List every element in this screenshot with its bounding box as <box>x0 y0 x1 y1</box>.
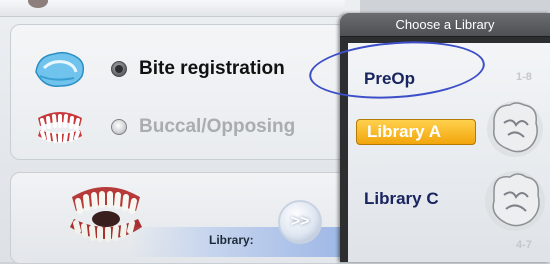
buccal-opposing-radio[interactable] <box>111 119 127 135</box>
side-number-bottom: 4-7 <box>516 239 532 251</box>
library-item-library-a[interactable]: Library A <box>356 119 476 145</box>
bite-registration-label: Bite registration <box>139 58 285 79</box>
buccal-opposing-option[interactable]: Buccal/Opposing <box>29 103 295 151</box>
top-strip <box>0 0 345 17</box>
scan-type-card: Bite registration Buccal/Opposing <box>10 24 347 160</box>
bite-registration-radio[interactable] <box>111 61 127 77</box>
top-knob-icon <box>28 0 48 8</box>
side-number-top: 1-8 <box>516 71 532 83</box>
molar-tooth-icon <box>484 169 546 238</box>
library-label: Library: <box>209 233 254 247</box>
scan-options-panel: Bite registration Buccal/Opposing Librar… <box>0 0 360 264</box>
bite-registration-option[interactable]: Bite registration <box>29 45 285 93</box>
library-item-library-c[interactable]: Library C <box>364 189 439 209</box>
popup-title: Choose a Library <box>340 13 550 37</box>
buccal-opposing-icon <box>29 104 91 150</box>
bite-registration-icon <box>29 46 91 92</box>
molar-tooth-icon <box>486 99 544 164</box>
buccal-opposing-label: Buccal/Opposing <box>139 116 296 137</box>
library-next-button[interactable]: >> <box>278 200 322 244</box>
